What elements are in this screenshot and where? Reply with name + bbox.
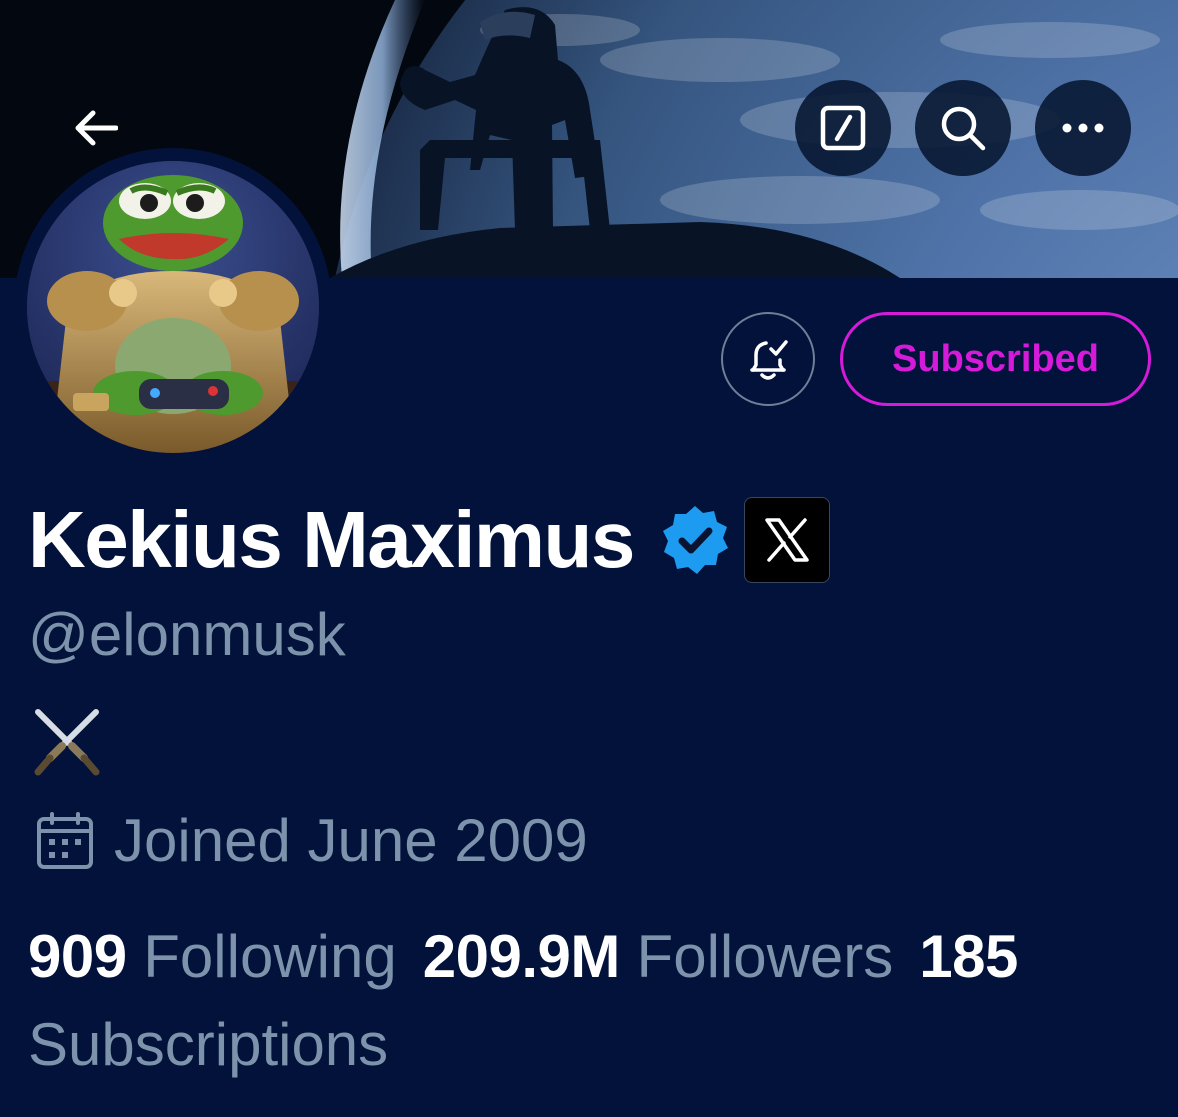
profile-page: Subscribed Kekius Maximus @elonmusk Join… [0, 0, 1178, 1117]
notification-bell-icon [750, 340, 788, 380]
subscribed-button[interactable]: Subscribed [840, 312, 1151, 406]
profile-stats: 909 Following 209.9M Followers 185 Subscri… [28, 913, 1148, 1089]
back-arrow-icon [75, 110, 118, 146]
followers-count: 209.9M [422, 923, 621, 990]
followers-label: Followers [636, 923, 894, 990]
joined-date-row: Joined June 2009 [34, 805, 588, 877]
avatar-frame[interactable] [14, 148, 332, 466]
search-button[interactable] [915, 80, 1011, 176]
joined-date-text: Joined June 2009 [114, 807, 588, 874]
verified-badge-icon[interactable] [658, 503, 732, 577]
subscriptions-count: 185 [919, 923, 1018, 990]
search-icon [941, 106, 986, 151]
following-count: 909 [28, 923, 127, 990]
following-link[interactable]: 909 Following [28, 923, 397, 990]
compose-button[interactable] [795, 80, 891, 176]
subscriptions-label: Subscriptions [28, 1011, 389, 1078]
avatar-image [27, 161, 319, 453]
x-affiliation-badge-icon[interactable] [743, 497, 830, 583]
calendar-icon [34, 810, 96, 872]
followers-link[interactable]: 209.9M Followers [423, 923, 894, 990]
username-handle: @elonmusk [28, 601, 346, 668]
compose-icon [820, 105, 866, 151]
more-icon [1062, 123, 1104, 133]
display-name-row: Kekius Maximus [28, 495, 830, 585]
more-options-button[interactable] [1035, 80, 1131, 176]
following-label: Following [143, 923, 397, 990]
crossed-swords-icon [30, 706, 104, 780]
display-name: Kekius Maximus [28, 495, 635, 584]
avatar [27, 161, 319, 453]
back-button[interactable] [60, 92, 132, 164]
notifications-button[interactable] [721, 312, 815, 406]
